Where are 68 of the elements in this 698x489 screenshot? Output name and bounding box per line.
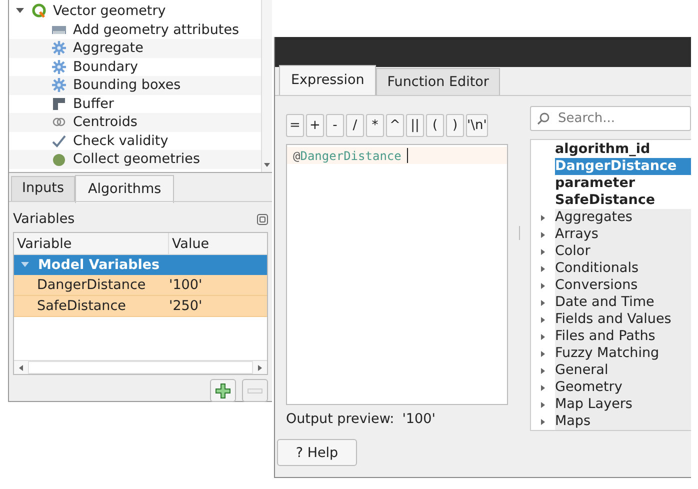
operator-button[interactable]: ^ — [386, 114, 404, 137]
expand-arrow-icon — [540, 332, 546, 340]
scroll-left-icon — [18, 364, 24, 372]
operator-button[interactable]: || — [406, 114, 424, 137]
operator-button[interactable]: / — [346, 114, 364, 137]
code-text: @DangerDistance — [293, 148, 402, 162]
table-cell-text: '250' — [169, 297, 204, 316]
check-icon — [51, 132, 67, 149]
table-cell-text: SafeDistance — [36, 297, 127, 316]
tab[interactable]: Inputs — [11, 176, 75, 201]
tree-item[interactable]: Vector geometry — [53, 3, 166, 20]
plus-icon — [215, 382, 231, 398]
expression-editor[interactable]: @DangerDistance — [286, 144, 508, 405]
blob-icon — [51, 151, 67, 168]
list-item[interactable]: parameter — [555, 175, 691, 192]
scroll-right-icon — [257, 364, 263, 372]
expand-arrow-icon — [540, 418, 546, 426]
remove-button[interactable] — [242, 379, 268, 402]
expand-arrow-icon — [540, 282, 546, 290]
search-icon — [537, 112, 550, 125]
tree-item[interactable]: Buffer — [73, 96, 114, 112]
qgis-logo-icon — [31, 3, 47, 20]
scrollbar[interactable] — [261, 0, 272, 172]
operator-button[interactable]: '\n' — [466, 114, 488, 137]
expand-arrow-icon — [540, 316, 546, 324]
tab[interactable]: Function Editor — [376, 68, 500, 95]
gear-icon — [51, 77, 67, 94]
scroll-down-icon — [263, 162, 271, 168]
buffer-icon — [51, 96, 67, 112]
operator-button[interactable]: ( — [426, 114, 444, 137]
add-button[interactable] — [210, 379, 236, 402]
table-cell-text: DangerDistance — [36, 276, 147, 295]
tree-item[interactable]: Add geometry attributes — [73, 22, 240, 38]
search-field[interactable]: Search... — [530, 106, 691, 131]
expand-arrow-icon — [540, 248, 546, 256]
tree-item[interactable]: Boundary — [73, 58, 138, 75]
column-header[interactable]: Variable — [14, 233, 169, 254]
tab[interactable]: Algorithms — [75, 175, 174, 203]
list-item[interactable]: algorithm_id — [555, 141, 691, 158]
help-button[interactable]: ? Help — [277, 439, 357, 466]
operator-button[interactable]: ) — [446, 114, 464, 137]
expand-arrow-icon — [540, 400, 546, 408]
list-item[interactable]: SafeDistance — [555, 192, 691, 209]
table-cell-text: '100' — [169, 276, 204, 295]
operator-button[interactable]: * — [366, 114, 384, 137]
tree-item[interactable]: Check validity — [73, 132, 168, 149]
expand-arrow-icon — [540, 214, 546, 222]
expand-arrow-icon — [540, 264, 546, 272]
tab[interactable]: Expression — [279, 65, 376, 95]
operator-button[interactable]: - — [326, 114, 344, 137]
preview-value: '100' — [402, 411, 436, 427]
operator-button[interactable]: = — [286, 114, 304, 137]
operator-button[interactable]: + — [306, 114, 324, 137]
float-icon — [257, 214, 268, 224]
expand-arrow-icon — [540, 298, 546, 306]
column-header[interactable]: Value — [169, 233, 267, 254]
scrollbar[interactable] — [14, 360, 267, 374]
gear-icon — [51, 58, 67, 75]
expand-arrow-icon — [540, 366, 546, 374]
expand-arrow-icon — [540, 384, 546, 392]
expand-arrow-icon — [540, 350, 546, 358]
list-item[interactable]: DangerDistance — [555, 158, 691, 175]
gear-icon — [51, 40, 67, 56]
section-title: Variables — [13, 211, 75, 227]
text-cursor — [407, 148, 408, 163]
expand-arrow-icon — [540, 230, 546, 238]
preview-label: Output preview: — [286, 411, 394, 427]
table-group-row[interactable]: Model Variables — [14, 255, 267, 275]
